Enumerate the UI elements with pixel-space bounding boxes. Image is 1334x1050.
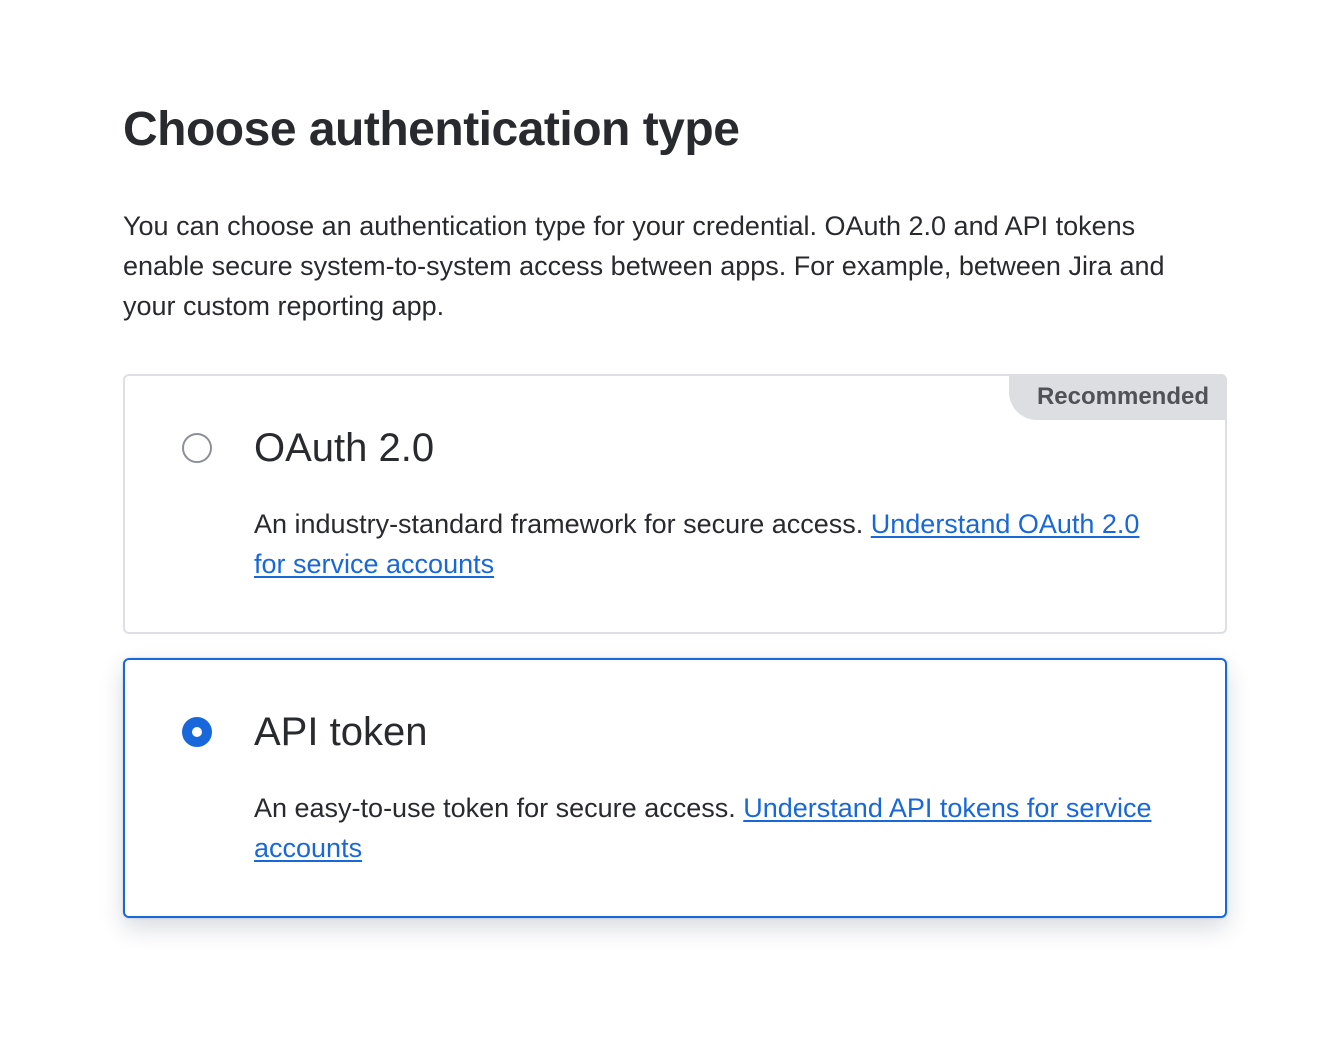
oauth-option-title: OAuth 2.0 xyxy=(254,426,435,470)
option-card-api-token[interactable]: API token An easy-to-use token for secur… xyxy=(123,658,1227,918)
oauth-radio-button[interactable] xyxy=(182,433,212,463)
api-token-radio-button[interactable] xyxy=(182,717,212,747)
recommended-badge: Recommended xyxy=(1009,374,1227,420)
option-card-oauth[interactable]: Recommended OAuth 2.0 An industry-standa… xyxy=(123,374,1227,634)
api-token-option-title: API token xyxy=(254,710,428,754)
oauth-description-text: An industry-standard framework for secur… xyxy=(254,509,864,539)
oauth-option-description: An industry-standard framework for secur… xyxy=(254,504,1174,584)
api-token-option-description: An easy-to-use token for secure access. … xyxy=(254,788,1174,868)
api-token-description-text: An easy-to-use token for secure access. xyxy=(254,793,736,823)
page-description: You can choose an authentication type fo… xyxy=(123,211,1165,321)
page-title: Choose authentication type xyxy=(123,103,740,156)
